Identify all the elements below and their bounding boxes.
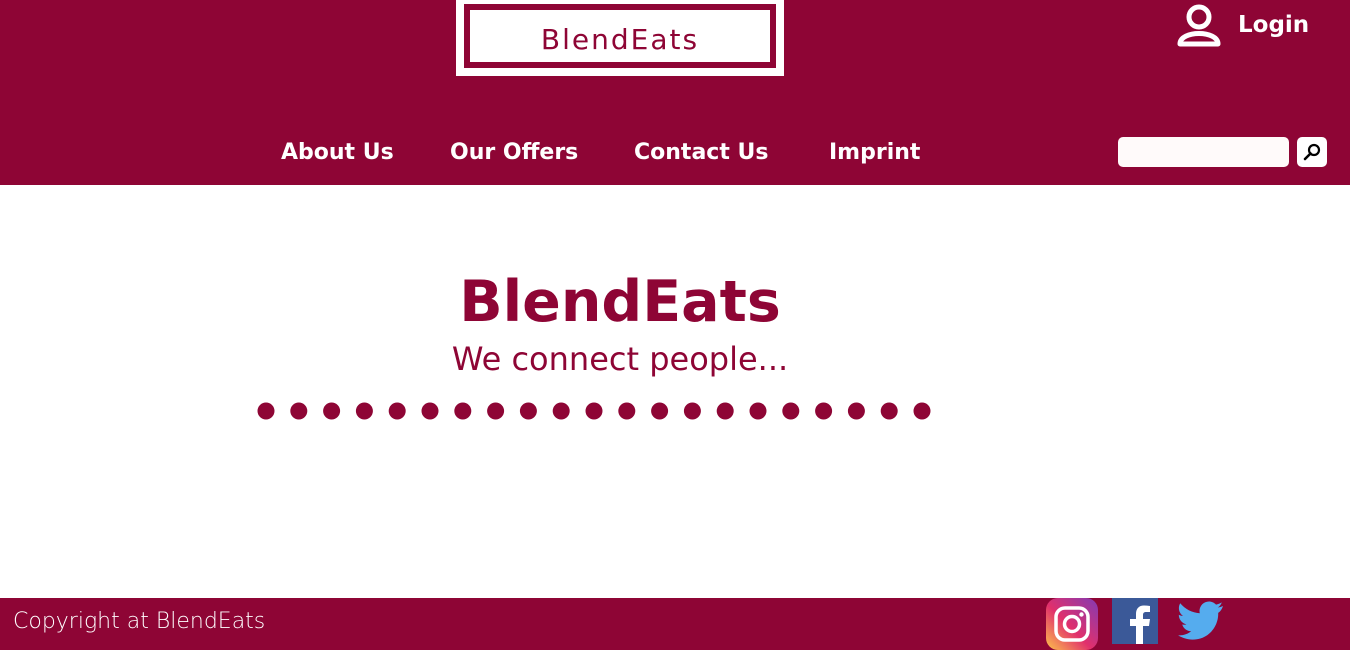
hero-subtitle: We connect people... — [451, 340, 789, 378]
twitter-icon[interactable] — [1178, 601, 1224, 641]
facebook-icon[interactable] — [1112, 598, 1158, 644]
dot — [487, 402, 505, 420]
dot — [454, 402, 472, 420]
dot — [290, 402, 308, 420]
nav-contact-us[interactable]: Contact Us — [634, 140, 768, 165]
logo-text: BlendEats — [540, 22, 700, 56]
logo-frame: BlendEats — [464, 4, 776, 68]
dot — [651, 402, 669, 420]
dot — [913, 402, 931, 420]
dot — [749, 402, 767, 420]
login-button[interactable]: Login — [1174, 0, 1309, 50]
search-button[interactable] — [1297, 137, 1327, 167]
dot — [257, 402, 275, 420]
hero-title: BlendEats — [459, 269, 781, 335]
dot — [847, 402, 865, 420]
dot — [782, 402, 800, 420]
dot — [519, 402, 537, 420]
login-label: Login — [1238, 12, 1310, 38]
dot — [815, 402, 833, 420]
dot — [355, 402, 373, 420]
nav-imprint[interactable]: Imprint — [829, 140, 920, 165]
logo[interactable]: BlendEats — [456, 0, 784, 76]
dot — [552, 402, 570, 420]
dot — [880, 402, 898, 420]
copyright-text: Copyright at BlendEats — [13, 609, 266, 634]
dot — [585, 402, 603, 420]
user-icon — [1177, 4, 1221, 47]
dot — [421, 402, 439, 420]
dots-divider — [257, 402, 931, 420]
nav-our-offers[interactable]: Our Offers — [450, 140, 578, 165]
dot — [323, 402, 341, 420]
nav-about-us[interactable]: About Us — [281, 140, 394, 165]
search-icon — [1303, 143, 1321, 161]
instagram-icon[interactable] — [1046, 598, 1098, 650]
dot — [388, 402, 406, 420]
search-input[interactable] — [1118, 137, 1289, 167]
dot — [716, 402, 734, 420]
dot — [618, 402, 636, 420]
dot — [683, 402, 701, 420]
